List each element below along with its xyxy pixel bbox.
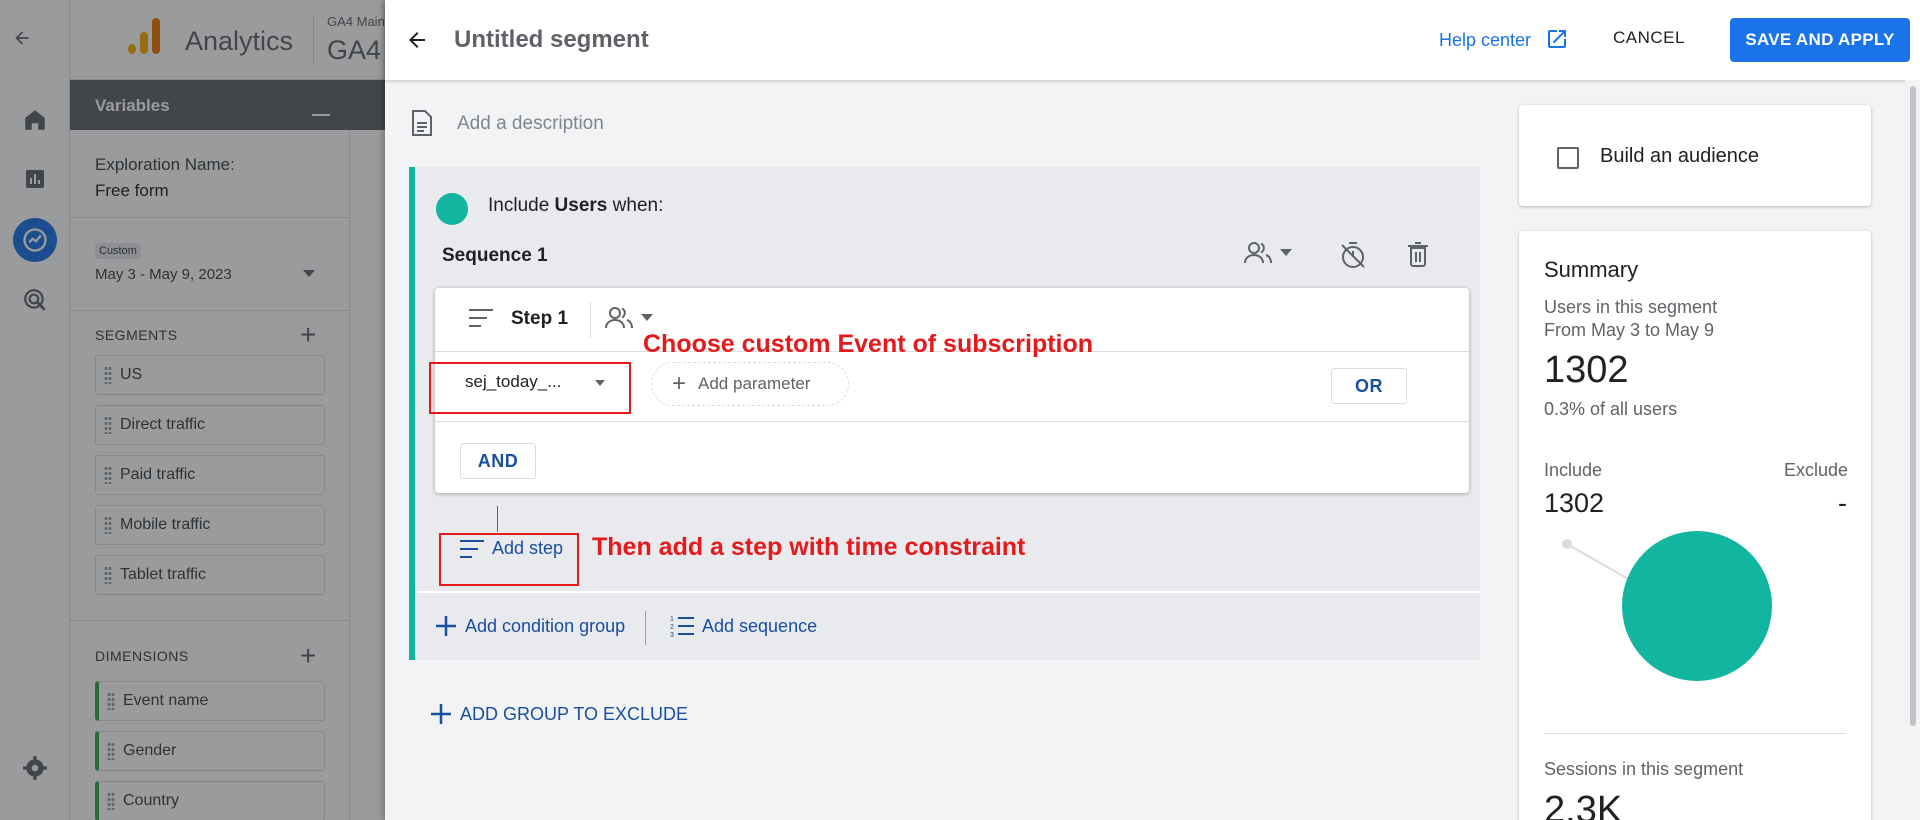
segment-builder-panel: Untitled segment Help center CANCEL SAVE… xyxy=(385,0,1920,820)
add-parameter-label: Add parameter xyxy=(698,374,811,393)
add-condition-group-label: Add condition group xyxy=(465,615,626,636)
footer-divider xyxy=(645,611,646,645)
plus-icon: + xyxy=(672,370,687,397)
pie-leader-dot xyxy=(1562,539,1572,549)
modal-scrim[interactable] xyxy=(0,0,385,820)
add-parameter-button[interactable]: + Add parameter xyxy=(651,362,849,406)
numbered-list-icon: 123 xyxy=(670,616,694,637)
and-button[interactable]: AND xyxy=(460,443,536,479)
back-arrow-icon[interactable] xyxy=(403,26,431,54)
step-lines-icon xyxy=(469,308,493,328)
people-scope-icon[interactable] xyxy=(1244,241,1274,265)
sessions-label: Sessions in this segment xyxy=(1544,759,1744,779)
svg-text:1: 1 xyxy=(670,616,674,623)
svg-text:3: 3 xyxy=(670,632,674,637)
chevron-down-icon[interactable] xyxy=(641,314,653,322)
summary-date-range: From May 3 to May 9 xyxy=(1544,320,1715,340)
plus-icon xyxy=(431,704,451,724)
cancel-button[interactable]: CANCEL xyxy=(1613,28,1685,48)
annotation-add-step: Then add a step with time constraint xyxy=(592,533,1026,561)
step-label: Step 1 xyxy=(511,308,569,329)
svg-text:2: 2 xyxy=(670,624,674,631)
annotation-box-add-step xyxy=(439,533,579,586)
condition-group-footer: Add condition group 123 Add sequence xyxy=(415,591,1480,660)
users-percent: 0.3% of all users xyxy=(1544,399,1678,419)
include-scope[interactable]: Users xyxy=(555,195,608,216)
sequence-title: Sequence 1 xyxy=(442,245,548,266)
segment-pie-chart xyxy=(1562,531,1772,681)
exclude-value: - xyxy=(1838,488,1847,518)
segment-builder-header: Untitled segment Help center CANCEL SAVE… xyxy=(385,0,1920,80)
build-audience-checkbox[interactable] xyxy=(1557,147,1579,169)
summary-title: Summary xyxy=(1544,257,1639,282)
exclude-label: Exclude xyxy=(1783,460,1848,480)
description-input[interactable]: Add a description xyxy=(457,113,604,135)
users-count: 1302 xyxy=(1544,349,1629,391)
step-divider xyxy=(590,302,591,338)
add-group-to-exclude-button[interactable]: ADD GROUP TO EXCLUDE xyxy=(430,703,688,725)
description-icon xyxy=(411,110,433,136)
open-in-new-icon[interactable] xyxy=(1545,27,1569,51)
sessions-count: 2.3K xyxy=(1544,789,1623,820)
segment-title-input[interactable]: Untitled segment xyxy=(454,26,649,54)
chevron-down-icon[interactable] xyxy=(1280,249,1292,257)
annotation-choose-event: Choose custom Event of subscription xyxy=(643,330,1094,358)
pie-include-slice xyxy=(1622,531,1772,681)
include-value: 1302 xyxy=(1544,488,1605,518)
scrollbar-thumb[interactable] xyxy=(1910,86,1916,726)
summary-divider xyxy=(1544,733,1846,734)
or-button[interactable]: OR xyxy=(1331,368,1407,404)
people-scope-icon[interactable] xyxy=(605,306,635,330)
build-audience-label[interactable]: Build an audience xyxy=(1600,145,1759,168)
include-suffix: when: xyxy=(607,195,664,216)
include-prefix: Include xyxy=(488,195,555,216)
sequence-scope-dropdown[interactable] xyxy=(1244,241,1292,265)
annotation-box-event xyxy=(429,362,631,414)
add-sequence-button[interactable]: 123 Add sequence xyxy=(670,615,818,638)
group-color-dot xyxy=(436,193,468,225)
delete-icon[interactable] xyxy=(1407,241,1429,267)
include-label: Include xyxy=(1544,460,1603,480)
timer-off-icon[interactable] xyxy=(1340,241,1366,269)
include-statement: Include Users when: xyxy=(488,195,663,217)
build-audience-card: Build an audience xyxy=(1519,105,1871,206)
add-condition-group-button[interactable]: Add condition group xyxy=(435,615,625,637)
save-and-apply-button[interactable]: SAVE AND APPLY xyxy=(1730,18,1910,62)
help-center-link[interactable]: Help center xyxy=(1439,30,1531,51)
add-sequence-label: Add sequence xyxy=(702,615,818,636)
summary-card: Summary Users in this segment From May 3… xyxy=(1519,231,1871,820)
pie-leader-line xyxy=(1566,543,1638,585)
add-group-to-exclude-label: ADD GROUP TO EXCLUDE xyxy=(460,703,689,724)
plus-icon xyxy=(436,616,456,636)
users-in-segment-label: Users in this segment xyxy=(1544,297,1718,317)
step-connector xyxy=(497,506,498,532)
step-scope-dropdown[interactable] xyxy=(605,306,653,330)
